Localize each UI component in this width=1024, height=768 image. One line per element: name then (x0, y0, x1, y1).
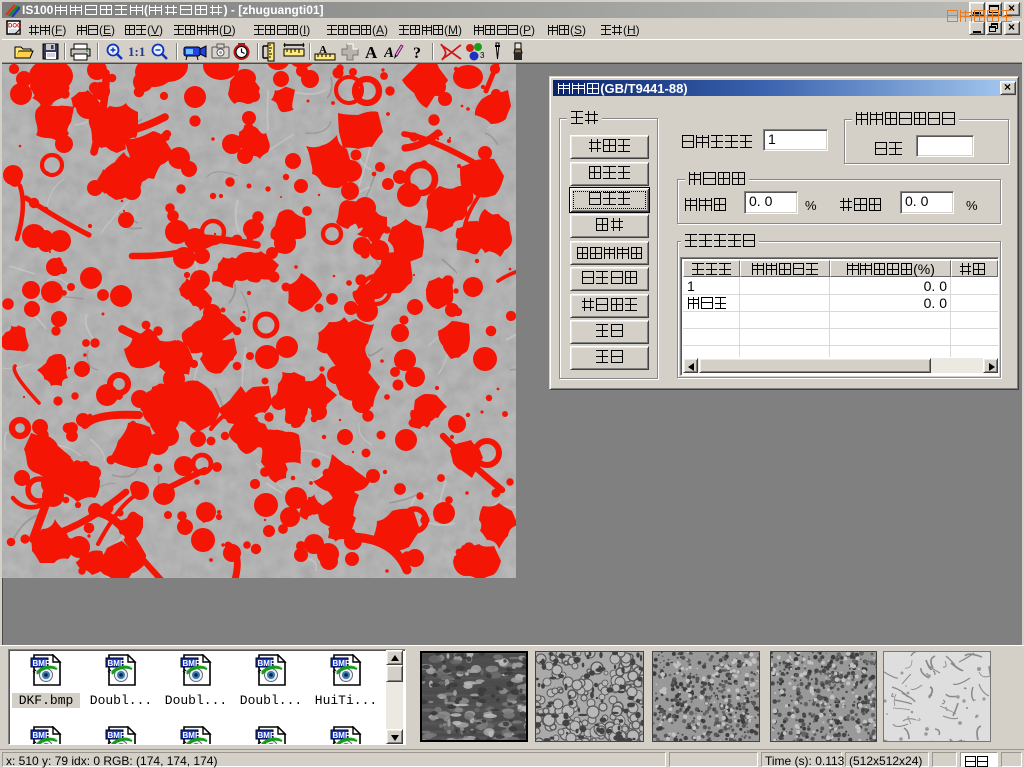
svg-text:1:1: 1:1 (128, 44, 145, 59)
svg-text:A: A (319, 44, 327, 56)
svg-text:A: A (384, 45, 394, 61)
svg-text:DOC: DOC (8, 24, 22, 30)
svg-text:3: 3 (480, 51, 485, 60)
svg-text:A: A (365, 43, 378, 62)
svg-text:?: ? (413, 45, 421, 62)
